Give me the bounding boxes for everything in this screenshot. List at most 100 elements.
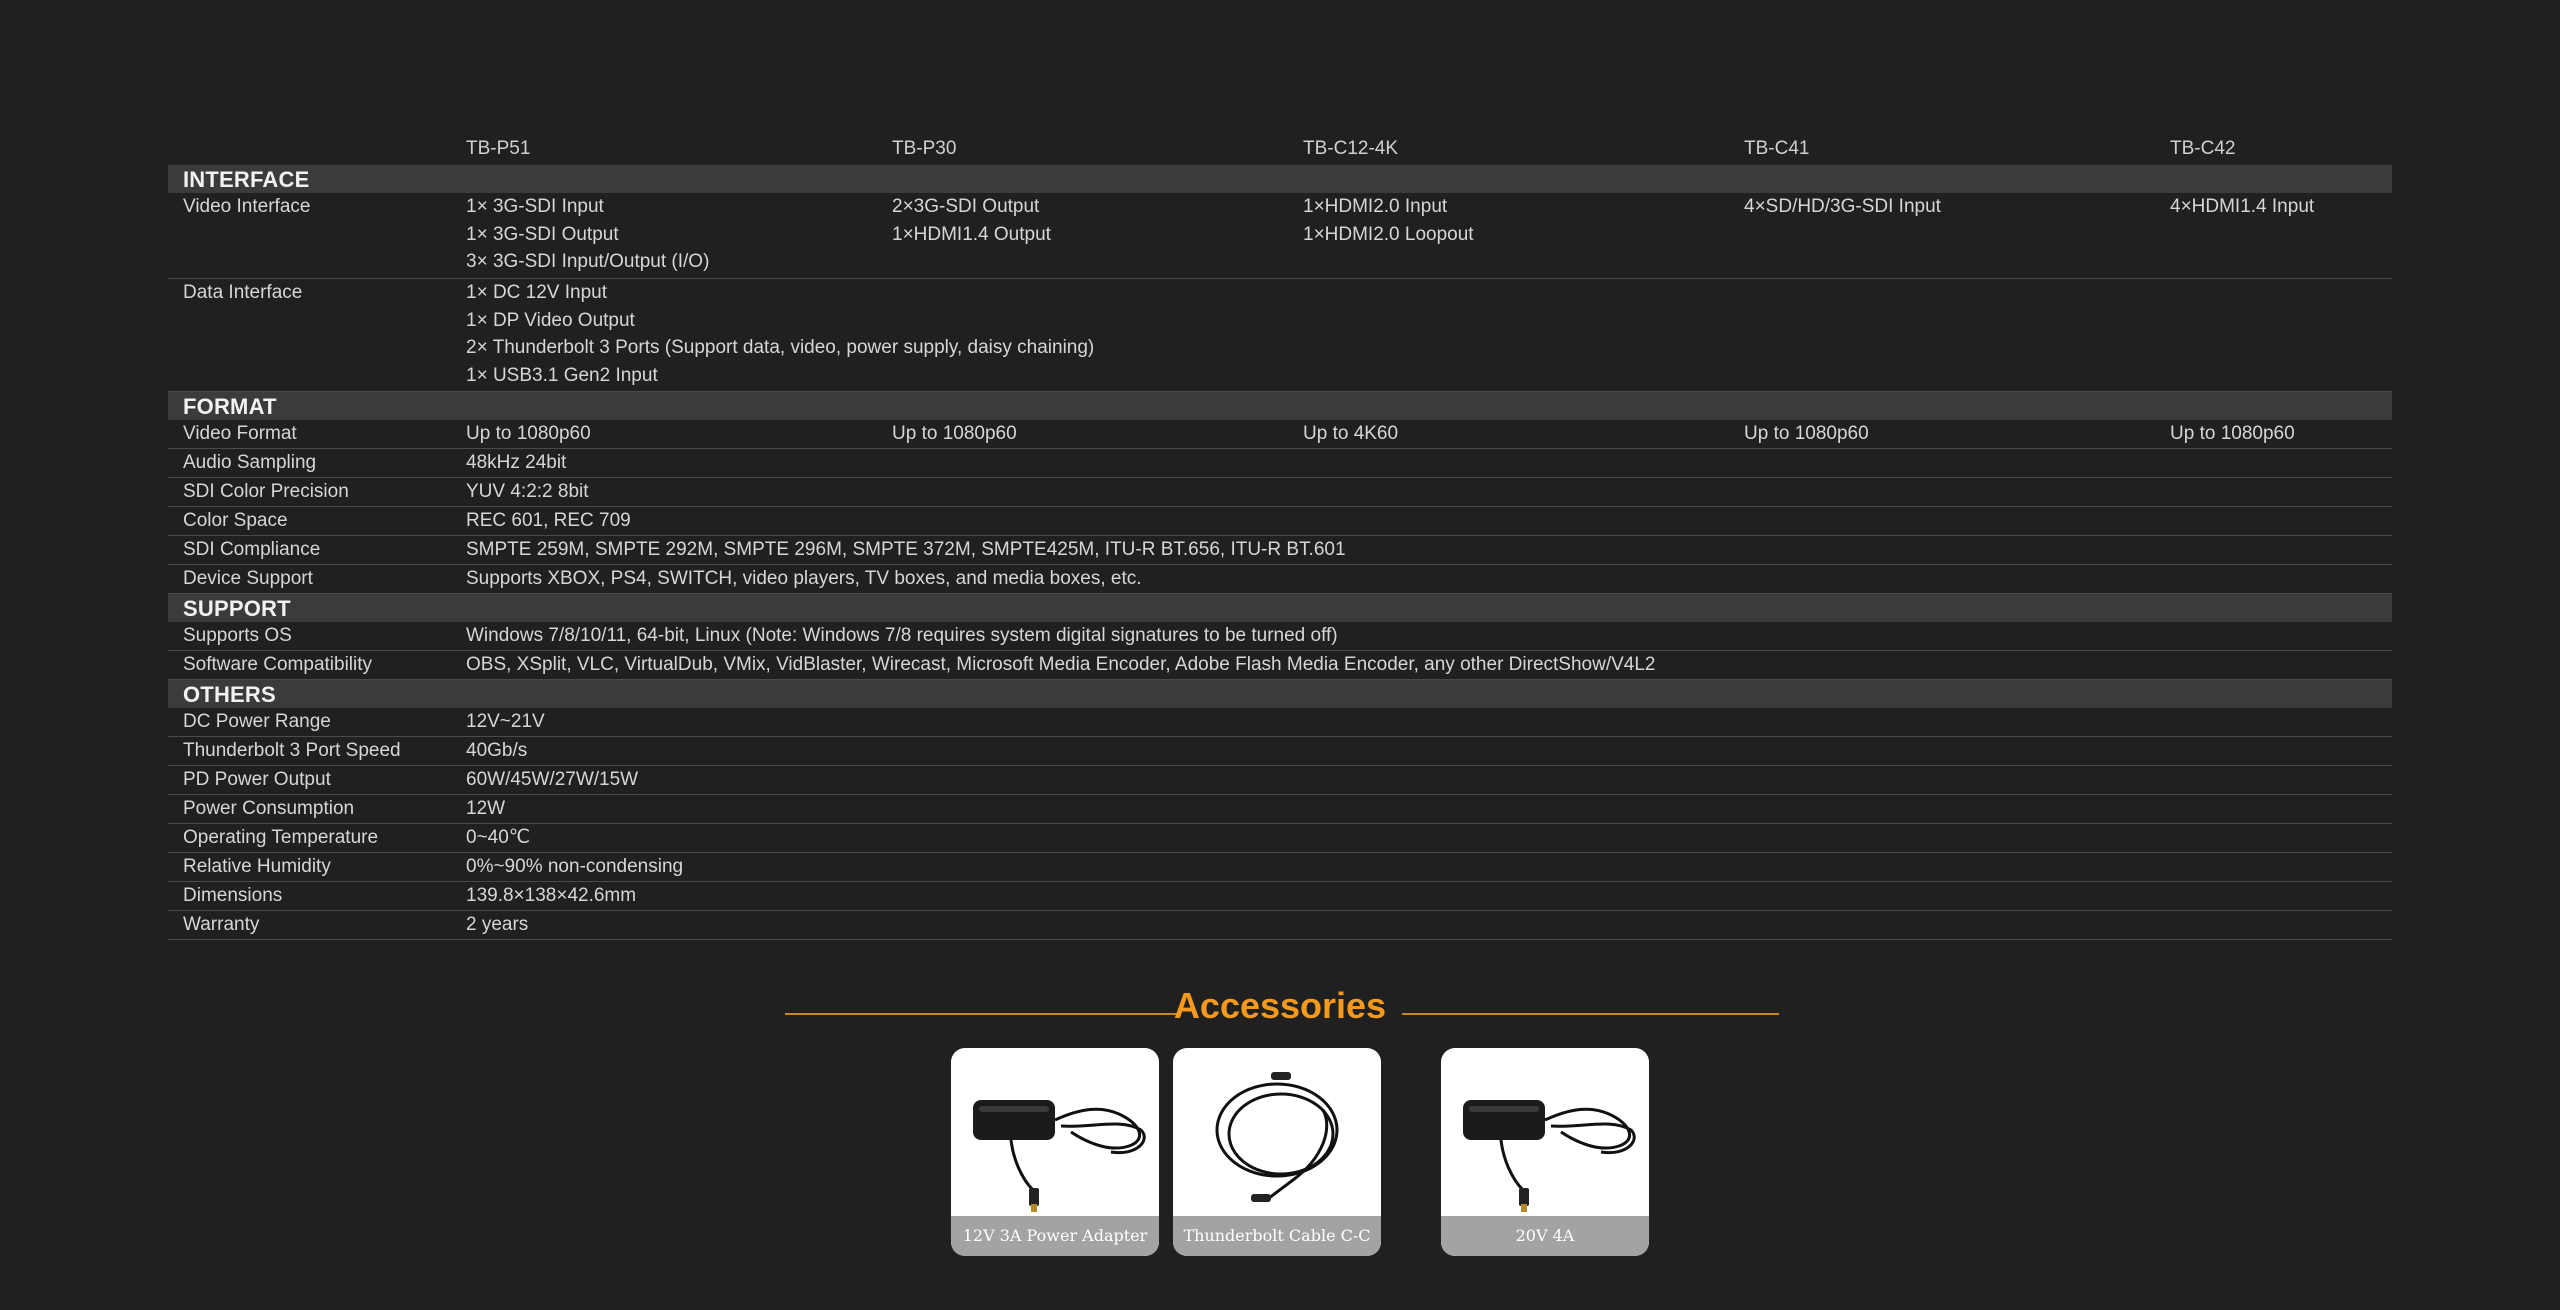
cell-value: 139.8×138×42.6mm bbox=[466, 883, 636, 911]
cell-line: 0%~90% non-condensing bbox=[466, 856, 684, 877]
row-label: SDI Color Precision bbox=[183, 481, 349, 502]
table-row-device-support: Device Support Supports XBOX, PS4, SWITC… bbox=[168, 565, 2392, 594]
cell-line: 3× 3G-SDI Input/Output (I/O) bbox=[466, 251, 710, 273]
cell-tb-c41: Up to 1080p60 bbox=[1744, 421, 1869, 449]
cell-line: Up to 1080p60 bbox=[892, 423, 1017, 444]
table-row-data-interface: Data Interface 1× DC 12V Input 1× DP Vid… bbox=[168, 279, 2392, 392]
row-label: SDI Compliance bbox=[183, 539, 321, 560]
model-tb-p30: TB-P30 bbox=[892, 138, 957, 159]
cell-line: 2× Thunderbolt 3 Ports (Support data, vi… bbox=[466, 337, 1095, 359]
section-title: INTERFACE bbox=[183, 167, 310, 192]
row-label: Video Interface bbox=[183, 196, 311, 217]
power-adapter-icon bbox=[973, 1100, 1146, 1212]
row-label: DC Power Range bbox=[183, 711, 331, 732]
cell-value: 2 years bbox=[466, 912, 528, 940]
table-row-supports-os: Supports OS Windows 7/8/10/11, 64-bit, L… bbox=[168, 622, 2392, 651]
cell-line: Up to 1080p60 bbox=[466, 423, 591, 444]
row-label: Thunderbolt 3 Port Speed bbox=[183, 740, 401, 761]
cell-value: OBS, XSplit, VLC, VirtualDub, VMix, VidB… bbox=[466, 652, 1655, 680]
table-row-sdi-color-precision: SDI Color Precision YUV 4:2:2 8bit bbox=[168, 478, 2392, 507]
accessory-caption: Thunderbolt Cable C-C bbox=[1173, 1216, 1381, 1256]
power-adapter-icon bbox=[1463, 1100, 1636, 1212]
cell-tb-p51: 1× 3G-SDI Input 1× 3G-SDI Output 3× 3G-S… bbox=[466, 194, 709, 277]
section-title: FORMAT bbox=[183, 394, 277, 419]
row-label: Color Space bbox=[183, 510, 288, 531]
section-support: SUPPORT bbox=[168, 594, 2392, 622]
cell-line: SMPTE 259M, SMPTE 292M, SMPTE 296M, SMPT… bbox=[466, 539, 1346, 560]
model-header-row: TB-P51 TB-P30 TB-C12-4K TB-C41 TB-C42 bbox=[168, 135, 2392, 165]
cell-tb-p51: Up to 1080p60 bbox=[466, 421, 591, 449]
model-tb-c12-4k: TB-C12-4K bbox=[1303, 138, 1399, 159]
accessories-heading: Accessories bbox=[0, 985, 2560, 1027]
row-label: Warranty bbox=[183, 914, 260, 935]
model-tb-c42: TB-C42 bbox=[2170, 138, 2236, 159]
accessory-card-power-adapter-12v[interactable]: 12V 3A Power Adapter bbox=[951, 1048, 1159, 1256]
cell-line: 1× DC 12V Input bbox=[466, 282, 608, 303]
section-title: SUPPORT bbox=[183, 596, 291, 621]
cell-tb-p30: 2×3G-SDI Output 1×HDMI1.4 Output bbox=[892, 194, 1051, 249]
cell-line: 139.8×138×42.6mm bbox=[466, 885, 637, 906]
cell-value: Windows 7/8/10/11, 64-bit, Linux (Note: … bbox=[466, 623, 1338, 651]
accessory-card-power-adapter-20v[interactable]: 20V 4A Adapter(Optional) bbox=[1441, 1048, 1649, 1256]
cell-value: 0%~90% non-condensing bbox=[466, 854, 683, 882]
cell-line: Up to 4K60 bbox=[1303, 423, 1399, 444]
cell-line: 4×SD/HD/3G-SDI Input bbox=[1744, 196, 1941, 217]
table-row-color-space: Color Space REC 601, REC 709 bbox=[168, 507, 2392, 536]
cell-line: 1×HDMI2.0 Loopout bbox=[1303, 223, 1474, 245]
cell-tb-c12-4k: Up to 4K60 bbox=[1303, 421, 1398, 449]
cell-line: 0~40℃ bbox=[466, 827, 531, 848]
row-label: Software Compatibility bbox=[183, 654, 373, 675]
accessories-title: Accessories bbox=[1173, 985, 1387, 1026]
cell-line: 1×HDMI2.0 Input bbox=[1303, 196, 1448, 217]
cell-line: 1× 3G-SDI Output bbox=[466, 223, 619, 245]
cell-line: 40Gb/s bbox=[466, 740, 528, 761]
table-row-video-interface: Video Interface 1× 3G-SDI Input 1× 3G-SD… bbox=[168, 193, 2392, 279]
cell-tb-c12-4k: 1×HDMI2.0 Input 1×HDMI2.0 Loopout bbox=[1303, 194, 1474, 249]
table-row-power-consumption: Power Consumption 12W bbox=[168, 795, 2392, 824]
accessory-card-thunderbolt-cable[interactable]: Thunderbolt Cable C-C bbox=[1173, 1048, 1381, 1256]
section-format: FORMAT bbox=[168, 392, 2392, 420]
row-label: Supports OS bbox=[183, 625, 292, 646]
row-label: PD Power Output bbox=[183, 769, 331, 790]
cell-line: 60W/45W/27W/15W bbox=[466, 769, 639, 790]
cell-line: Supports XBOX, PS4, SWITCH, video player… bbox=[466, 568, 1142, 589]
cell-line: Up to 1080p60 bbox=[1744, 423, 1869, 444]
cell-value: 12V~21V bbox=[466, 709, 545, 737]
section-title: OTHERS bbox=[183, 682, 276, 707]
cell-value: 60W/45W/27W/15W bbox=[466, 767, 638, 795]
cell-value: YUV 4:2:2 8bit bbox=[466, 479, 589, 507]
cell-tb-p30: Up to 1080p60 bbox=[892, 421, 1017, 449]
table-row-software-compatibility: Software Compatibility OBS, XSplit, VLC,… bbox=[168, 651, 2392, 680]
cell-line: 4×HDMI1.4 Input bbox=[2170, 196, 2315, 217]
cell-line: 1×HDMI1.4 Output bbox=[892, 223, 1051, 245]
section-others: OTHERS bbox=[168, 680, 2392, 708]
table-row-sdi-compliance: SDI Compliance SMPTE 259M, SMPTE 292M, S… bbox=[168, 536, 2392, 565]
cell-value: Supports XBOX, PS4, SWITCH, video player… bbox=[466, 566, 1142, 594]
row-label: Operating Temperature bbox=[183, 827, 379, 848]
section-interface: INTERFACE bbox=[168, 165, 2392, 193]
table-row-video-format: Video Format Up to 1080p60 Up to 1080p60… bbox=[168, 420, 2392, 449]
row-label: Audio Sampling bbox=[183, 452, 317, 473]
cell-value: 48kHz 24bit bbox=[466, 450, 566, 478]
row-label: Data Interface bbox=[183, 282, 303, 303]
table-row-dimensions: Dimensions 139.8×138×42.6mm bbox=[168, 882, 2392, 911]
table-row-pd-power-output: PD Power Output 60W/45W/27W/15W bbox=[168, 766, 2392, 795]
spec-table: TB-P51 TB-P30 TB-C12-4K TB-C41 TB-C42 IN… bbox=[168, 135, 2392, 940]
cell-line: 1× DP Video Output bbox=[466, 309, 635, 331]
table-row-warranty: Warranty 2 years bbox=[168, 911, 2392, 940]
cell-tb-c42: 4×HDMI1.4 Input bbox=[2170, 194, 2314, 222]
cell-line: 1× 3G-SDI Input bbox=[466, 196, 604, 217]
cell-value: 0~40℃ bbox=[466, 825, 530, 853]
cell-line: 2 years bbox=[466, 914, 529, 935]
cell-line: 48kHz 24bit bbox=[466, 452, 567, 473]
cell-value: 1× DC 12V Input 1× DP Video Output 2× Th… bbox=[466, 280, 1094, 391]
cell-value: 40Gb/s bbox=[466, 738, 527, 766]
accessory-caption: 12V 3A Power Adapter bbox=[951, 1216, 1159, 1256]
row-label: Dimensions bbox=[183, 885, 283, 906]
cell-line: 12V~21V bbox=[466, 711, 545, 732]
table-row-thunderbolt-speed: Thunderbolt 3 Port Speed 40Gb/s bbox=[168, 737, 2392, 766]
model-tb-p51: TB-P51 bbox=[466, 138, 531, 159]
row-label: Device Support bbox=[183, 568, 313, 589]
cable-icon bbox=[1215, 1072, 1339, 1202]
cell-line: REC 601, REC 709 bbox=[466, 510, 631, 531]
